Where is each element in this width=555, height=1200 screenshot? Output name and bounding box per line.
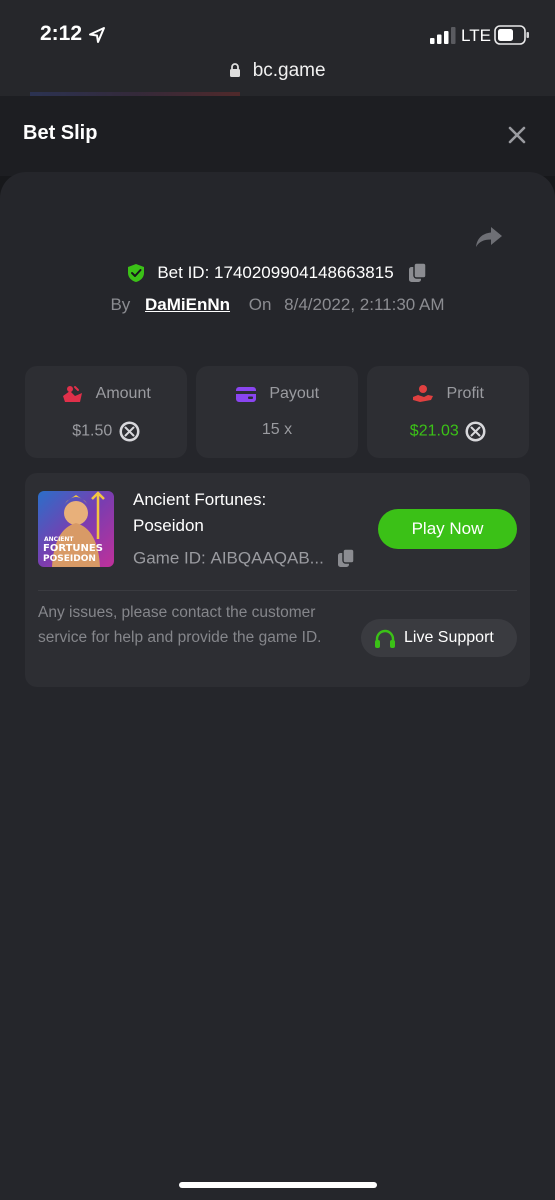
bet-datetime: 8/4/2022, 2:11:30 AM (284, 295, 445, 314)
shield-check-icon (127, 264, 144, 282)
game-card: ANCIENT FORTUNES POSEIDON Ancient Fortun… (25, 473, 530, 687)
game-thumbnail[interactable]: ANCIENT FORTUNES POSEIDON (38, 491, 114, 567)
amount-stat: Amount $1.50 (25, 366, 187, 458)
status-bar: 2:12 LTE (0, 0, 555, 56)
amount-value: $1.50 (72, 422, 113, 440)
username-link[interactable]: DaMiEnNn (145, 295, 230, 314)
profit-label: Profit (446, 385, 484, 402)
game-name[interactable]: Ancient Fortunes: Poseidon (133, 487, 333, 539)
modal-header: Bet Slip (0, 96, 555, 176)
share-icon[interactable] (474, 224, 504, 250)
copy-icon[interactable] (337, 548, 356, 569)
currency-coin-icon (465, 421, 486, 442)
network-type: LTE (461, 26, 491, 45)
modal-title: Bet Slip (23, 122, 98, 144)
headset-icon (375, 629, 395, 648)
copy-icon[interactable] (408, 262, 428, 284)
home-indicator[interactable] (179, 1182, 377, 1188)
amount-label: Amount (95, 385, 151, 402)
on-label: On (248, 295, 272, 314)
location-arrow-icon (89, 27, 105, 43)
profit-value: $21.03 (409, 422, 459, 440)
bet-author-row: By DaMiEnNn On 8/4/2022, 2:11:30 AM (0, 295, 555, 321)
game-id-label: Game ID: (133, 548, 206, 568)
support-help-text: Any issues, please contact the customer … (38, 604, 322, 646)
close-icon[interactable] (504, 122, 530, 148)
signal-bars-icon (430, 27, 456, 44)
game-id-row: Game ID: AIBQAAQAB... (133, 548, 356, 569)
live-support-label: Live Support (404, 629, 494, 646)
profit-stat: Profit $21.03 (367, 366, 529, 458)
bet-id-row: Bet ID: 1740209904148663815 (0, 262, 555, 288)
currency-coin-icon (119, 421, 140, 442)
bet-id-value: 1740209904148663815 (214, 263, 394, 282)
payout-stat: Payout 15 x (196, 366, 358, 458)
battery-icon (494, 25, 529, 45)
thumb-line-3: POSEIDON (43, 554, 96, 564)
profit-hand-icon (413, 385, 434, 402)
bet-id-label: Bet ID: (157, 263, 210, 282)
play-now-button[interactable]: Play Now (378, 509, 517, 549)
live-support-button[interactable]: Live Support (361, 619, 517, 657)
url-text: bc.game (252, 60, 326, 81)
lock-icon (230, 63, 241, 77)
payout-label: Payout (269, 385, 320, 402)
thumb-line-2: FORTUNES (43, 543, 103, 554)
game-id-value: AIBQAAQAB... (210, 548, 324, 568)
bet-chips-icon (63, 386, 83, 402)
payout-value: 15 x (261, 421, 293, 438)
divider (38, 590, 517, 591)
wallet-card-icon (235, 387, 256, 402)
by-label: By (110, 295, 131, 314)
browser-url-bar[interactable]: bc.game (0, 56, 555, 96)
thumb-line-1: ANCIENT (44, 536, 74, 543)
status-time: 2:12 (40, 22, 83, 45)
